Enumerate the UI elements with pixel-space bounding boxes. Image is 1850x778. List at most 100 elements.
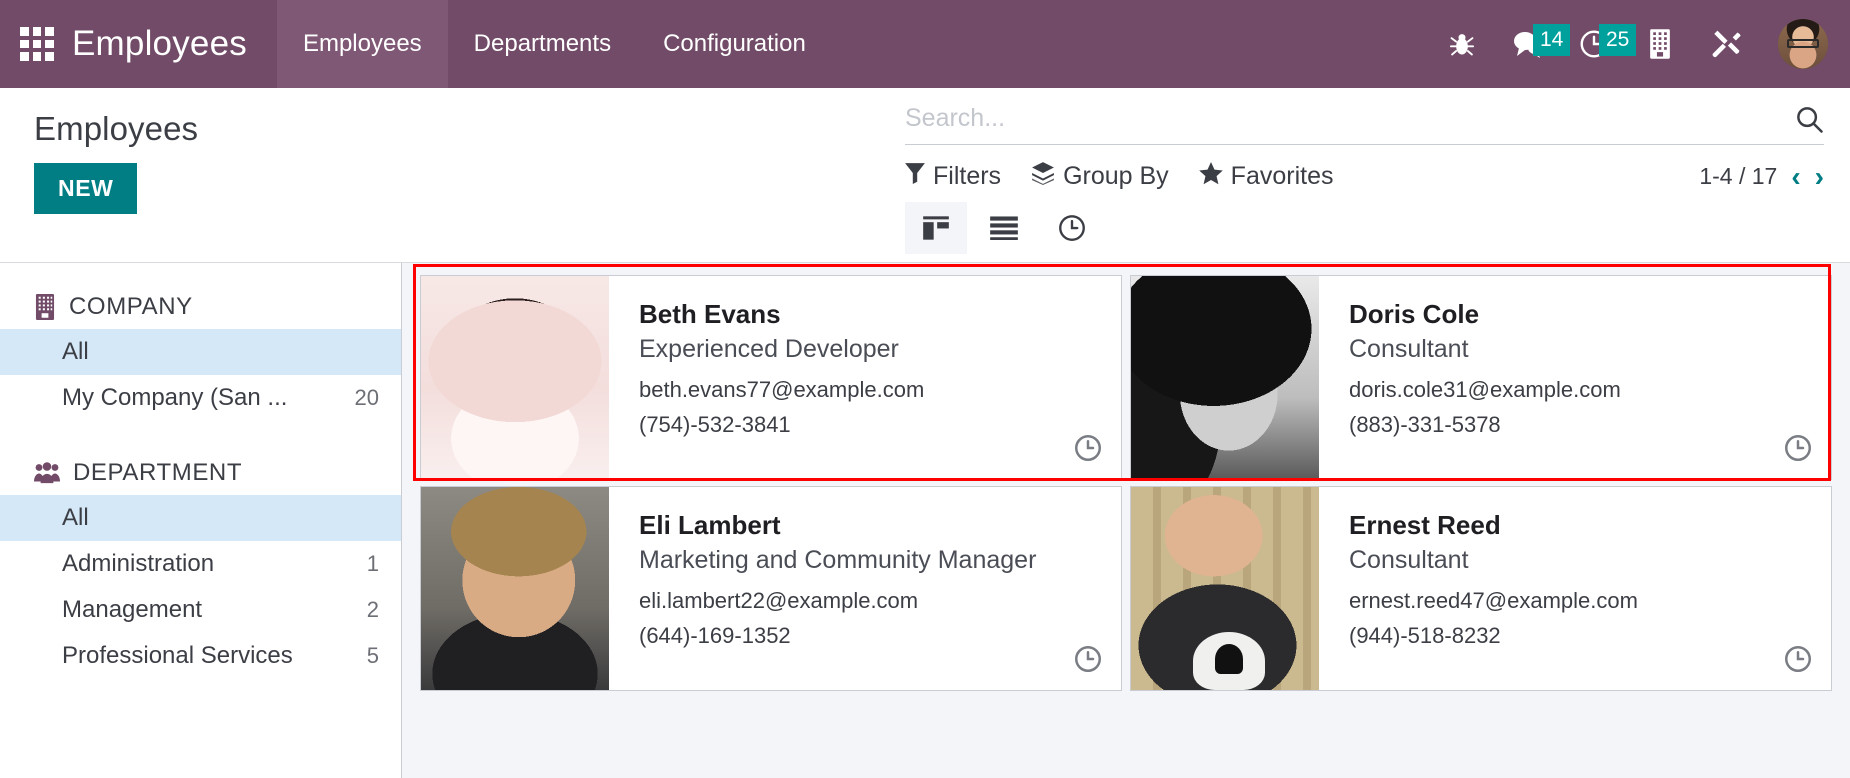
employee-photo [421,487,609,690]
employee-email[interactable]: doris.cole31@example.com [1349,377,1813,403]
group-by-button[interactable]: Group By [1031,161,1169,192]
control-panel-left: Employees NEW [0,88,905,262]
sidebar-item-label: All [62,504,89,531]
kanban-view-button[interactable] [905,202,967,254]
employee-job-title: Consultant [1349,334,1469,363]
user-avatar[interactable] [1778,19,1828,69]
employee-card-beth-evans[interactable]: Beth Evans Experienced Developer beth.ev… [420,275,1122,480]
bug-icon[interactable] [1434,16,1490,72]
star-icon [1198,161,1223,192]
employee-phone[interactable]: (754)-532-3841 [639,412,1103,438]
employee-photo [421,276,609,479]
nav-tab-departments[interactable]: Departments [448,0,637,88]
messages-icon[interactable]: 14 [1500,16,1571,72]
activity-clock-icon[interactable] [1783,433,1813,463]
employee-card-eli-lambert[interactable]: Eli Lambert Marketing and Community Mana… [420,486,1122,691]
page-title: Employees [34,110,199,147]
activities-clock-icon[interactable]: 25 [1566,16,1637,72]
sidebar-section-department: DEPARTMENT [0,451,401,495]
employee-photo [1131,487,1319,690]
sidebar-item-professional-services[interactable]: Professional Services 5 [0,633,401,679]
nav-tab-employees[interactable]: Employees [276,0,448,88]
sidebar-item-label: Management [62,596,203,623]
nav-tab-configuration[interactable]: Configuration [637,0,832,88]
employee-info: Beth Evans Experienced Developer beth.ev… [609,276,1121,479]
layers-icon [1031,161,1055,192]
nav-tab-label: Departments [473,30,612,57]
activity-clock-icon[interactable] [1783,644,1813,674]
activity-clock-icon[interactable] [1073,433,1103,463]
sidebar-item-department-all[interactable]: All [0,495,401,541]
employee-phone[interactable]: (944)-518-8232 [1349,623,1813,649]
filter-funnel-icon [905,162,925,191]
favorites-label: Favorites [1230,162,1334,190]
employee-job-title: Marketing and Community Manager [639,545,1037,574]
sidebar-section-company: COMPANY [0,285,401,329]
apps-grid-icon[interactable] [20,27,54,61]
activity-clock-icon[interactable] [1073,644,1103,674]
employee-name: Beth Evans [639,299,781,329]
employee-email[interactable]: ernest.reed47@example.com [1349,588,1813,614]
sidebar-item-count: 5 [366,643,379,668]
control-panel: Employees NEW Filters [0,88,1850,263]
sidebar-item-management[interactable]: Management 2 [0,587,401,633]
employee-name: Ernest Reed [1349,510,1501,540]
search-icon[interactable] [1794,104,1824,134]
favorites-button[interactable]: Favorites [1198,161,1334,192]
employee-info: Eli Lambert Marketing and Community Mana… [609,487,1121,690]
sidebar-item-count: 2 [366,597,379,622]
list-view-button[interactable] [973,202,1035,254]
pager-range: 1-4 / 17 [1699,163,1778,189]
top-navbar: Employees Employees Departments Configur… [0,0,1850,88]
employee-email[interactable]: eli.lambert22@example.com [639,588,1103,614]
employee-phone[interactable]: (644)-169-1352 [639,623,1103,649]
sidebar-item-my-company[interactable]: My Company (San ... 20 [0,375,401,421]
pager-next-button[interactable]: › [1815,162,1824,191]
debug-tools-icon[interactable] [1698,16,1754,72]
employee-phone[interactable]: (883)-331-5378 [1349,412,1813,438]
filters-label: Filters [933,162,1002,190]
employee-card-ernest-reed[interactable]: Ernest Reed Consultant ernest.reed47@exa… [1130,486,1832,691]
messages-badge: 14 [1533,24,1571,56]
control-panel-right: Filters Group By Favorit [905,88,1850,262]
kanban-content: Beth Evans Experienced Developer beth.ev… [402,263,1850,778]
activity-view-button[interactable] [1041,202,1103,254]
nav-tab-label: Employees [302,30,422,57]
navbar-menu: Employees Departments Configuration [276,0,832,88]
sidebar-item-company-all[interactable]: All [0,329,401,375]
employee-name: Doris Cole [1349,299,1480,329]
new-button[interactable]: NEW [34,163,138,214]
sidebar-item-label: Administration [62,550,215,577]
employee-job-title: Consultant [1349,545,1469,574]
employee-info: Ernest Reed Consultant ernest.reed47@exa… [1319,487,1831,690]
pager-previous-button[interactable]: ‹ [1791,162,1800,191]
pager: 1-4 / 17 ‹ › [1699,162,1824,191]
company-building-icon[interactable] [1632,16,1688,72]
sidebar-section-title: DEPARTMENT [73,459,243,486]
left-sidebar: COMPANY All My Company (San ... 20 DEPAR… [0,263,402,778]
employee-name: Eli Lambert [639,510,781,540]
sidebar-item-count: 1 [366,551,379,576]
sidebar-section-title: COMPANY [69,293,193,320]
sidebar-divider [0,421,401,451]
filters-button[interactable]: Filters [905,162,1001,191]
group-by-label: Group By [1063,162,1169,190]
nav-tab-label: Configuration [663,30,806,57]
app-brand-title[interactable]: Employees [72,24,277,64]
search-input[interactable] [905,102,1794,135]
search-bar [905,102,1824,145]
users-group-icon [34,462,60,484]
sidebar-item-administration[interactable]: Administration 1 [0,541,401,587]
navbar-systray: 14 25 [1434,16,1850,72]
employee-job-title: Experienced Developer [639,334,899,363]
employee-card-doris-cole[interactable]: Doris Cole Consultant doris.cole31@examp… [1130,275,1832,480]
sidebar-item-count: 20 [354,385,379,410]
building-icon [34,294,56,320]
activities-badge: 25 [1599,24,1637,56]
sidebar-item-label: All [62,338,89,365]
view-switcher [905,202,1824,254]
kanban-grid: Beth Evans Experienced Developer beth.ev… [414,273,1838,691]
sidebar-item-label: Professional Services [62,642,293,669]
employee-email[interactable]: beth.evans77@example.com [639,377,1103,403]
filter-row: Filters Group By Favorites 1-4 / 17 ‹ › [905,161,1824,192]
